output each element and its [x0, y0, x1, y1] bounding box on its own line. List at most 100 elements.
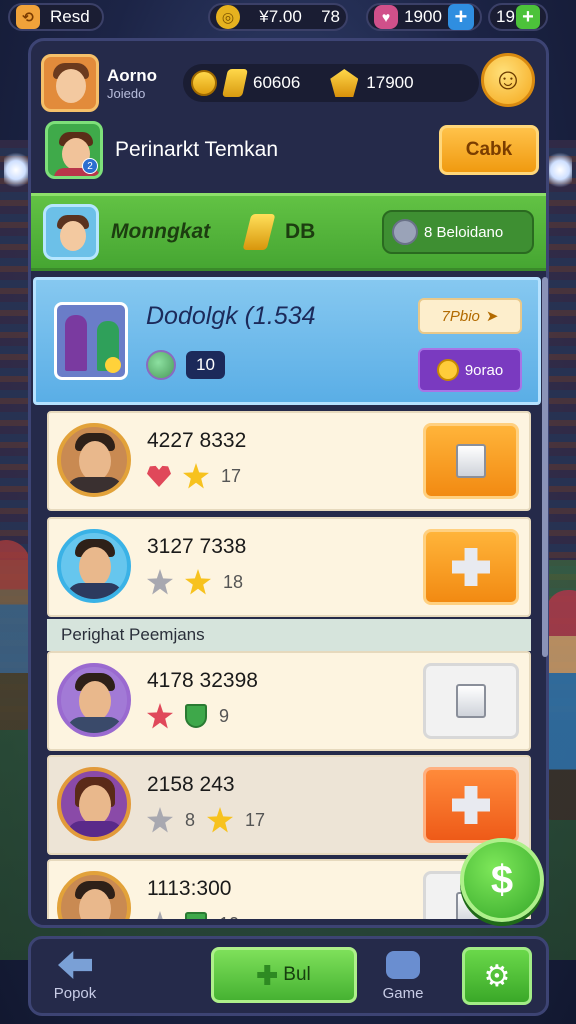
check-button[interactable]: Cabk — [439, 125, 539, 175]
coin-icon — [191, 70, 217, 96]
dollar-icon: $ — [490, 857, 514, 902]
smiley-icon[interactable]: ☺ — [481, 53, 535, 107]
shop-dollar-button[interactable]: $ — [460, 838, 544, 922]
list-item[interactable]: 1113:300 10 — [47, 859, 531, 919]
back-arrow-icon — [58, 951, 92, 979]
player-stats-bar: 60606 17900 — [183, 64, 479, 102]
entry-meta: 17 — [147, 463, 241, 489]
stadium-light-icon — [548, 150, 572, 190]
list-item[interactable]: 3127 7338 18 — [47, 517, 531, 617]
avatar — [57, 871, 131, 919]
gems-counter: ♥ 1900 + — [366, 3, 482, 31]
entry-score: 2158 243 — [147, 773, 235, 796]
reset-button[interactable]: ⟲ Resd — [8, 3, 104, 31]
nav-back-button[interactable]: Popok — [45, 951, 105, 1002]
side-character-right — [546, 590, 576, 820]
avatar — [57, 663, 131, 737]
star-icon — [147, 569, 173, 595]
side-character-left — [0, 540, 30, 730]
my-rank-value: DB — [285, 220, 316, 243]
leaderboard-panel: Aorno Joiedo 60606 17900 ☺ 2 Perinarkt T… — [28, 38, 549, 928]
my-rank-pill[interactable]: 8 Beloidano — [382, 210, 534, 254]
entry-meta: 8 17 — [147, 807, 265, 833]
gold-bar-icon — [242, 214, 276, 250]
coin-icon — [436, 359, 459, 381]
player-info: Aorno Joiedo — [107, 66, 177, 101]
my-rank-name: Monngkat — [111, 220, 211, 243]
star-icon — [147, 807, 173, 833]
featured-entry[interactable]: Dodolgk (1.534 10 7Pbio ➤ 9orao — [33, 277, 541, 405]
puzzle-icon — [452, 786, 490, 824]
crystal-icon — [330, 69, 359, 97]
featured-top-button[interactable]: 7Pbio ➤ — [418, 298, 522, 334]
coins-extra: 78 — [321, 7, 340, 26]
profile-row: Aorno Joiedo 60606 17900 ☺ — [41, 51, 541, 115]
entry-score: 3127 7338 — [147, 535, 247, 558]
nav-main-button[interactable]: Bul — [211, 947, 357, 1003]
featured-title: Dodolgk (1.534 — [146, 302, 316, 330]
featured-level: 10 — [186, 351, 225, 379]
plus-icon — [257, 965, 278, 985]
my-rank-banner[interactable]: Monngkat DB 8 Beloidano — [31, 193, 546, 271]
reset-icon: ⟲ — [16, 5, 40, 29]
gem-icon: ♥ — [374, 5, 398, 29]
list-item[interactable]: 4178 32398 9 — [47, 651, 531, 751]
star-icon — [183, 463, 209, 489]
featured-top-label: 7Pbio — [441, 307, 480, 325]
gamepad-icon — [386, 951, 420, 979]
my-avatar — [43, 204, 99, 260]
entry-count: 10 — [219, 914, 239, 920]
player-name: Aorno — [107, 65, 158, 85]
settings-button[interactable]: ⚙ — [462, 947, 532, 1005]
entry-action-button[interactable] — [423, 423, 519, 499]
list-item[interactable]: 2158 243 8 17 — [47, 755, 531, 855]
section-header: Perighat Peemjans — [47, 619, 531, 651]
add-energy-plus-icon[interactable]: + — [516, 5, 540, 29]
entry-action-button[interactable] — [423, 529, 519, 605]
gem-icon — [146, 350, 176, 380]
entry-meta: 18 — [147, 569, 243, 595]
cube-icon — [456, 444, 486, 478]
nav-game-button[interactable]: Game — [373, 951, 433, 1002]
entry-count-a: 8 — [185, 809, 196, 830]
stadium-light-icon — [4, 150, 28, 190]
star-icon — [207, 807, 234, 833]
entry-score: 4178 32398 — [147, 669, 258, 692]
shield-icon — [185, 912, 207, 919]
cube-icon — [456, 684, 486, 718]
avatar — [57, 529, 131, 603]
entry-meta: 9 — [147, 703, 229, 729]
add-gems-plus-icon[interactable]: + — [447, 4, 474, 30]
chevron-icon: ➤ — [485, 308, 499, 325]
energy-value: 19 — [496, 7, 515, 26]
avatar — [57, 767, 131, 841]
entry-count: 9 — [219, 705, 230, 726]
featured-sub: 10 — [146, 350, 225, 380]
player-avatar[interactable] — [41, 54, 99, 112]
entry-action-button[interactable] — [423, 663, 519, 739]
star-icon — [147, 911, 173, 919]
entry-meta: 10 — [147, 911, 239, 919]
my-rank-pill-label: 8 Beloidano — [424, 223, 504, 241]
nav-main-label: Bul — [283, 964, 311, 985]
stat-a-value: 60606 — [253, 73, 301, 92]
entry-score: 4227 8332 — [147, 429, 247, 452]
puzzle-icon — [452, 548, 490, 586]
entry-score: 1113:300 — [147, 877, 232, 900]
list-scrollbar[interactable] — [542, 277, 548, 657]
gems-value: 1900 — [404, 7, 442, 26]
featured-thumbnail — [54, 302, 128, 380]
featured-bottom-button[interactable]: 9orao — [418, 348, 522, 392]
resource-bar: ⟲ Resd ◎ ¥7.00 78 ♥ 1900 + 19 + — [0, 0, 576, 34]
star-icon — [147, 703, 173, 729]
featured-bottom-label: 9orao — [464, 361, 504, 379]
leaderboard-list[interactable]: Dodolgk (1.534 10 7Pbio ➤ 9orao 4227 833… — [33, 277, 543, 919]
friend-avatar[interactable]: 2 — [45, 121, 103, 179]
gear-icon — [392, 219, 418, 245]
friends-title: Perinarkt Temkan — [115, 138, 279, 161]
entry-count: 18 — [223, 571, 244, 592]
player-subtitle: Joiedo — [107, 85, 146, 101]
entry-count-b: 17 — [245, 809, 266, 830]
list-item[interactable]: 4227 8332 17 — [47, 411, 531, 511]
entry-action-button[interactable] — [423, 767, 519, 843]
